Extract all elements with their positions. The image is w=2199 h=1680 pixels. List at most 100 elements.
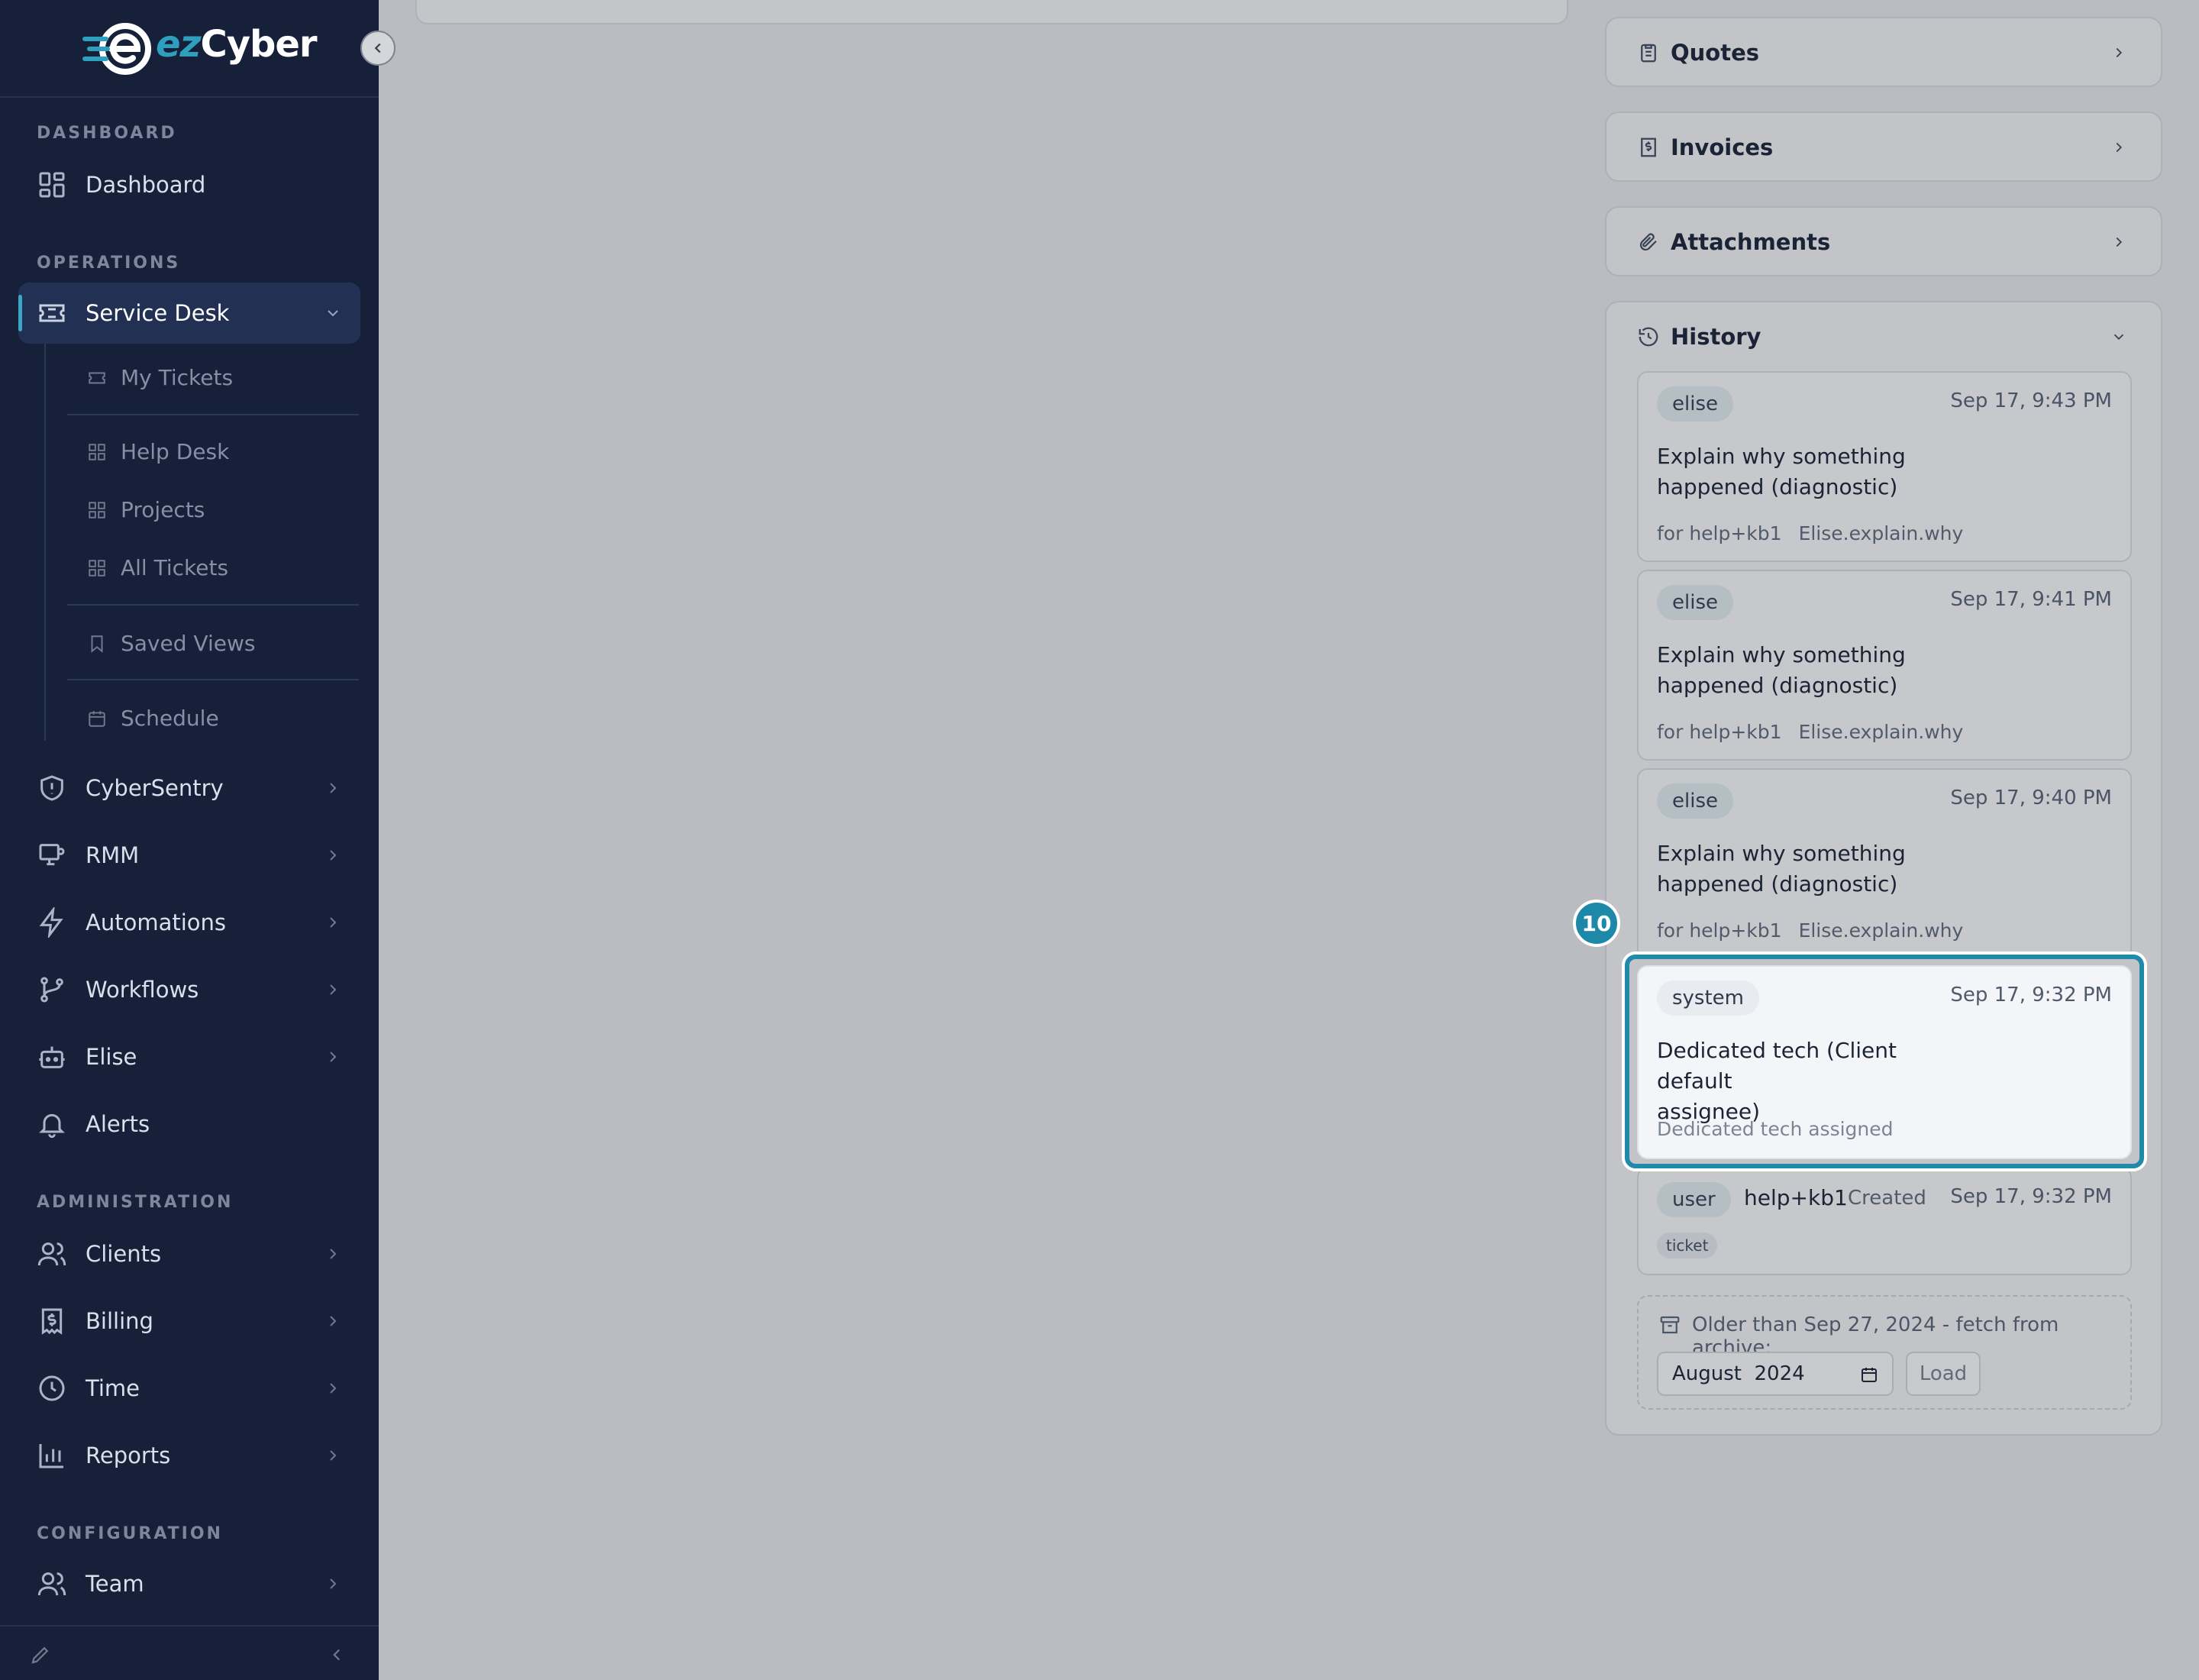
panel-quotes-title: Quotes [1671, 40, 1760, 66]
entry-message: Explain why something happened (diagnosti… [1657, 841, 1906, 897]
chevron-right-icon [330, 1316, 337, 1326]
shield-icon [40, 775, 63, 801]
panel-quotes[interactable]: Quotes [1605, 17, 2162, 87]
sub-help-desk[interactable]: Help Desk [67, 424, 357, 479]
users-icon [37, 1242, 66, 1266]
entry-meta: for help+kb1 Elise.explain.why [1657, 919, 1964, 942]
archive-load-button[interactable]: Load [1906, 1352, 1981, 1396]
section-label-dashboard: DASHBOARD [37, 124, 177, 143]
archive-icon [1660, 1316, 1680, 1334]
sub-help-desk-label: Help Desk [121, 438, 230, 464]
submenu-rail [44, 344, 46, 741]
sub-schedule[interactable]: Schedule [67, 690, 357, 745]
monitor-gear-icon [39, 844, 65, 866]
history-entry: user help+kb1 Created Sep 17, 9:32 PM ti… [1637, 1167, 2132, 1275]
actor-badge: elise [1657, 386, 1733, 422]
nav-cybersentry-label: CyberSentry [86, 775, 224, 801]
nav-service-desk[interactable]: Service Desk [18, 283, 360, 344]
nav-workflows-label: Workflows [86, 977, 199, 1003]
ticket-icon [89, 372, 105, 384]
nav-dashboard[interactable]: Dashboard [18, 154, 360, 215]
brand-name: ezCyber [156, 23, 318, 66]
nav-team[interactable]: Team [18, 1553, 360, 1614]
main-content-card [415, 0, 1568, 24]
chevron-left-icon[interactable] [327, 1645, 347, 1665]
nav-elise-label: Elise [86, 1044, 137, 1070]
nav-elise[interactable]: Elise [18, 1026, 360, 1087]
entry-timestamp: Sep 17, 9:41 PM [1950, 588, 2112, 611]
sub-schedule-label: Schedule [121, 705, 219, 731]
history-entry: elise Sep 17, 9:43 PM Explain why someth… [1637, 371, 2132, 562]
chevron-right-icon [2116, 47, 2123, 58]
sidebar-footer [0, 1625, 379, 1680]
nav-clients[interactable]: Clients [18, 1223, 360, 1284]
divider [67, 679, 359, 680]
nav-dashboard-label: Dashboard [86, 172, 206, 198]
git-branch-icon [40, 977, 63, 1003]
calendar-icon [89, 711, 105, 727]
step-number-badge: 10 [1573, 900, 1620, 947]
archive-month-input[interactable]: August 2024 [1657, 1352, 1894, 1396]
chevron-left-icon [374, 43, 381, 53]
section-label-operations: OPERATIONS [37, 254, 181, 273]
actor-badge: elise [1657, 783, 1733, 819]
entry-meta: for help+kb1 Elise.explain.why [1657, 721, 1964, 743]
nav-automations[interactable]: Automations [18, 892, 360, 953]
history-icon [1639, 327, 1658, 347]
sub-saved-views[interactable]: Saved Views [67, 615, 357, 670]
panel-invoices-header[interactable]: Invoices [1606, 113, 2161, 182]
panel-attachments[interactable]: Attachments [1605, 206, 2162, 276]
sidebar: ezCyber DASHBOARD Dashboard OPERATIONS S… [0, 0, 379, 1680]
panel-invoices-title: Invoices [1671, 134, 1774, 160]
nav-rmm-label: RMM [86, 842, 140, 868]
brand-logo[interactable]: ezCyber [0, 0, 379, 98]
entry-timestamp: Sep 17, 9:43 PM [1950, 389, 2112, 412]
nav-reports[interactable]: Reports [18, 1425, 360, 1486]
nav-rmm[interactable]: RMM [18, 825, 360, 886]
lightning-icon [39, 907, 63, 938]
entry-message: Explain why something happened (diagnosti… [1657, 642, 1906, 698]
sub-saved-views-label: Saved Views [121, 630, 256, 656]
grid-icon [89, 560, 105, 577]
history-entry: elise Sep 17, 9:41 PM Explain why someth… [1637, 570, 2132, 761]
entry-target: help+kb1 [1744, 1185, 1848, 1210]
actor-badge: elise [1657, 585, 1733, 620]
sub-all-tickets-label: All Tickets [121, 554, 229, 580]
receipt-dollar-icon [41, 1308, 63, 1335]
ezcyber-logo-icon [82, 23, 151, 75]
bar-chart-icon [39, 1444, 63, 1468]
panel-quotes-header[interactable]: Quotes [1606, 18, 2161, 87]
entry-timestamp: Sep 17, 9:32 PM [1950, 1185, 2112, 1208]
chevron-right-icon [330, 1578, 337, 1589]
entry-meta: for help+kb1 Elise.explain.why [1657, 522, 1964, 544]
sub-my-tickets[interactable]: My Tickets [67, 350, 357, 405]
nav-time[interactable]: Time [18, 1358, 360, 1419]
panel-attachments-title: Attachments [1671, 229, 1831, 255]
nav-cybersentry[interactable]: CyberSentry [18, 758, 360, 819]
panel-invoices[interactable]: Invoices [1605, 111, 2162, 182]
sub-projects-label: Projects [121, 496, 205, 522]
entry-timestamp: Sep 17, 9:40 PM [1950, 787, 2112, 809]
section-label-configuration: CONFIGURATION [37, 1524, 223, 1543]
sub-projects[interactable]: Projects [67, 482, 357, 537]
entry-message: Explain why something happened (diagnosti… [1657, 444, 1906, 499]
chevron-down-icon [2113, 334, 2124, 341]
actor-badge: user [1657, 1182, 1731, 1217]
nav-billing-label: Billing [86, 1308, 153, 1334]
nav-alerts[interactable]: Alerts [18, 1094, 360, 1155]
sub-all-tickets[interactable]: All Tickets [67, 540, 357, 595]
panel-attachments-header[interactable]: Attachments [1606, 208, 2161, 276]
chevron-right-icon [330, 917, 337, 928]
panel-history-header[interactable]: History [1606, 302, 2161, 371]
pencil-icon[interactable] [29, 1643, 52, 1666]
nav-workflows[interactable]: Workflows [18, 959, 360, 1020]
nav-billing[interactable]: Billing [18, 1291, 360, 1352]
highlight-outline [1625, 955, 2144, 1168]
paperclip-icon [1639, 233, 1657, 251]
users-icon [37, 1572, 66, 1596]
calendar-icon[interactable] [1860, 1365, 1878, 1384]
sidebar-collapse-button[interactable] [360, 31, 396, 66]
chevron-down-icon [328, 310, 338, 317]
dashboard-grid-icon [39, 172, 65, 198]
ticket-icon [39, 304, 65, 322]
